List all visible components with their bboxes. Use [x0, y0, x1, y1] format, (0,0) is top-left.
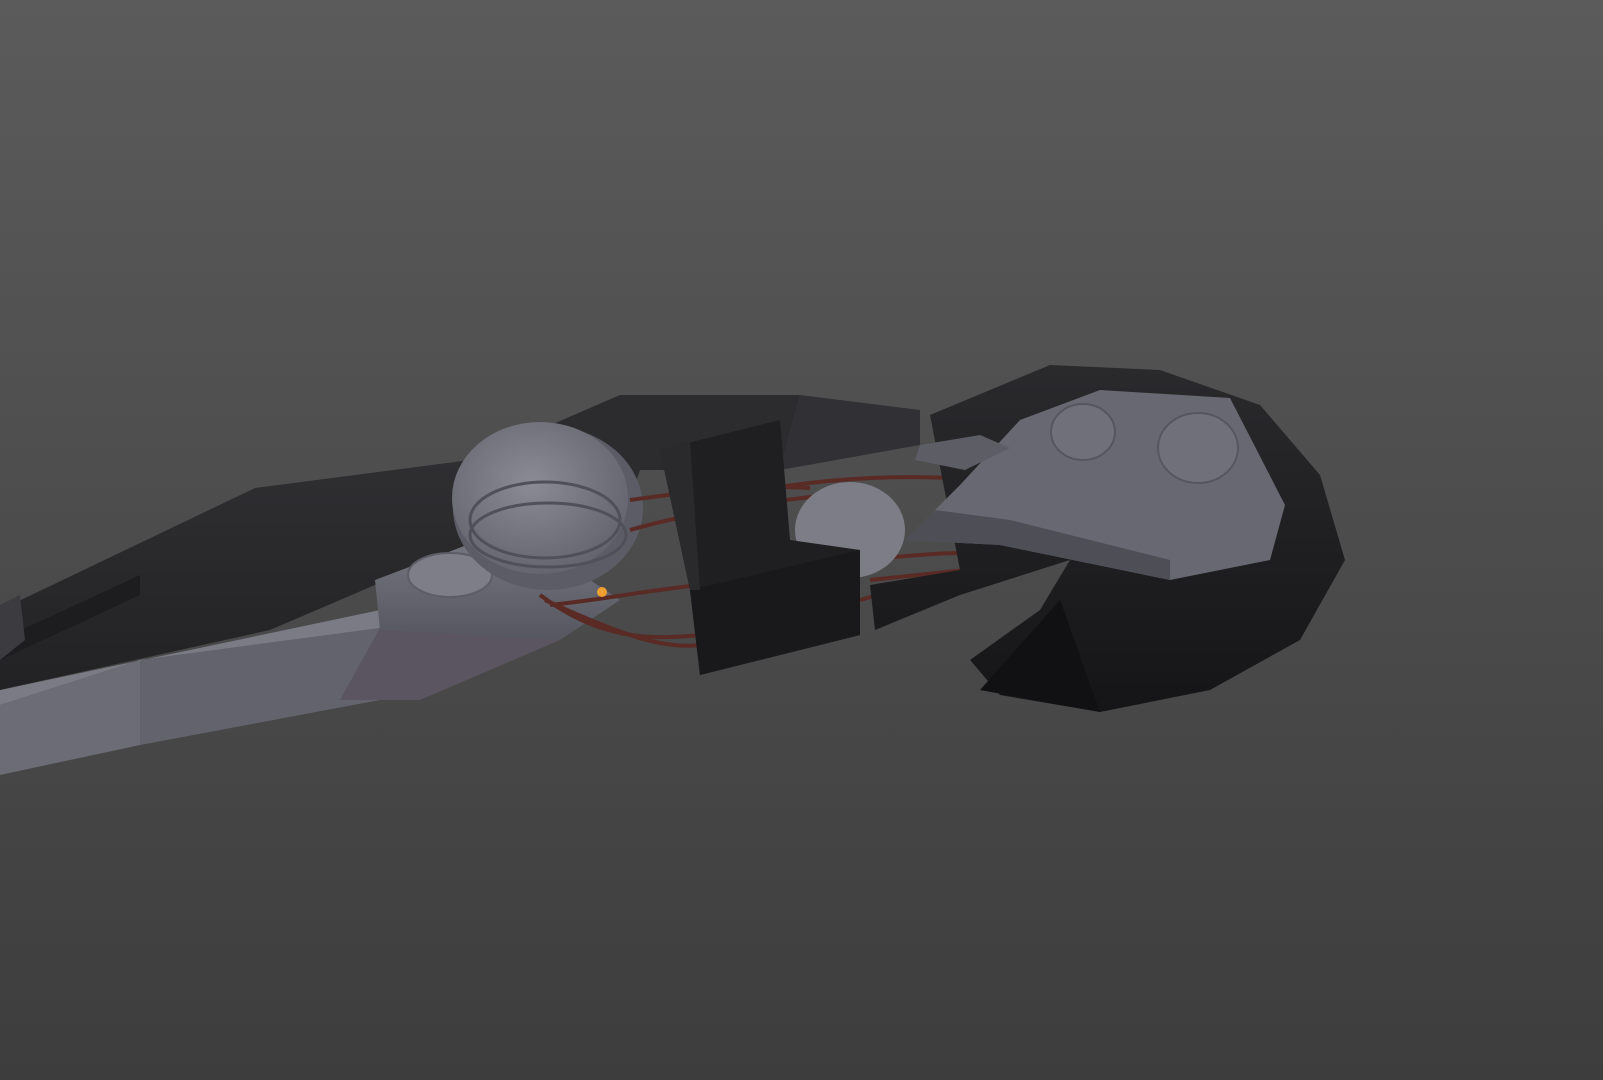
mechanical-arm-model[interactable] [0, 0, 1603, 1080]
palm-button-right [1157, 412, 1239, 484]
3d-viewport[interactable] [0, 0, 1603, 1080]
object-origin-dot[interactable] [597, 587, 607, 597]
palm-button-left [1050, 403, 1116, 461]
